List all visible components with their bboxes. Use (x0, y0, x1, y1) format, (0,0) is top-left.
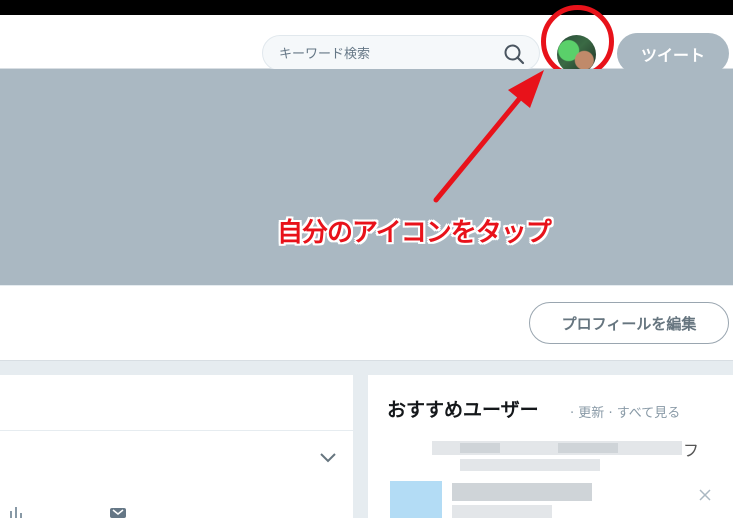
view-all-link[interactable]: すべて見る (617, 406, 681, 421)
blurred-user-handle (460, 459, 600, 471)
separator-dot: · (570, 406, 575, 421)
message-icon[interactable] (108, 508, 128, 518)
chevron-down-icon[interactable] (318, 447, 338, 467)
blurred-user-name (452, 483, 592, 501)
edit-profile-button[interactable]: プロフィールを編集 (529, 302, 729, 344)
blurred-user-fragment: フ (683, 441, 700, 460)
search-input[interactable] (277, 43, 501, 65)
blurred-user-name (460, 443, 500, 453)
search-icon[interactable] (503, 43, 525, 65)
timeline-card (0, 375, 353, 518)
who-to-follow-title: おすすめユーザー (387, 399, 539, 421)
card-divider (0, 430, 353, 431)
who-to-follow-card: おすすめユーザー · 更新 · すべて見る フ (368, 375, 733, 518)
top-navbar: ツイート (0, 15, 733, 74)
profile-header-banner (0, 69, 733, 285)
separator-dot: · (608, 406, 613, 421)
dismiss-icon[interactable] (698, 488, 712, 502)
top-black-strip (0, 0, 733, 15)
tweet-button[interactable]: ツイート (617, 33, 729, 74)
profile-nav-bar: プロフィールを編集 (0, 286, 733, 361)
annotation-label: 自分のアイコンをタップ (277, 218, 552, 248)
blurred-user-name (558, 443, 618, 453)
blurred-user-avatar[interactable] (390, 481, 442, 518)
refresh-link[interactable]: 更新 (578, 406, 604, 421)
analytics-icon[interactable] (8, 505, 28, 518)
who-to-follow-links: · 更新 · すべて見る (570, 402, 680, 421)
search-box[interactable] (262, 35, 540, 71)
blurred-user-handle (452, 505, 552, 518)
